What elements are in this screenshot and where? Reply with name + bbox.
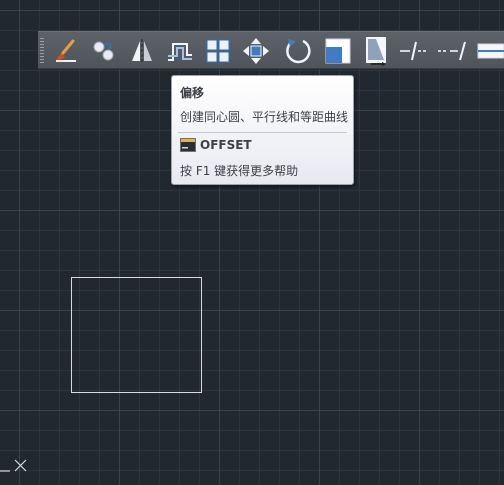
array-button[interactable]: [202, 35, 234, 67]
mirror-icon: [132, 39, 152, 63]
stretch-icon: [366, 37, 386, 66]
modify-toolbar: [38, 31, 504, 69]
tooltip-command-name: OFFSET: [200, 138, 252, 152]
scale-button[interactable]: [322, 35, 354, 67]
move-arrows-icon: [243, 38, 269, 64]
tooltip-title: 偏移: [180, 86, 205, 100]
drawing-canvas[interactable]: [0, 0, 504, 485]
copy-objects-icon: [93, 41, 114, 61]
erase-button[interactable]: [50, 35, 82, 67]
eraser-brush-icon: [56, 39, 76, 62]
break-button[interactable]: [474, 35, 504, 67]
stretch-button[interactable]: [360, 35, 392, 67]
trim-icon: [400, 41, 428, 61]
ucs-icon: [0, 459, 27, 472]
rotate-button[interactable]: [282, 35, 314, 67]
rotate-icon: [286, 39, 311, 64]
extend-icon: [438, 41, 466, 61]
trim-button[interactable]: [398, 35, 430, 67]
copy-button[interactable]: [88, 35, 120, 67]
offset-icon: [168, 43, 192, 61]
break-icon: [477, 43, 504, 59]
toolbar-grip-handle[interactable]: [40, 38, 44, 64]
offset-button[interactable]: [164, 35, 196, 67]
tooltip-help-hint: 按 F1 键获得更多帮助: [180, 164, 299, 178]
tooltip-description: 创建同心圆、平行线和等距曲线: [180, 110, 349, 124]
command-tooltip: 偏移 创建同心圆、平行线和等距曲线 OFFSET 按 F1 键获得更多帮助: [171, 75, 354, 185]
scale-icon: [325, 38, 351, 64]
array-icon: [206, 39, 230, 63]
mirror-button[interactable]: [126, 35, 158, 67]
extend-button[interactable]: [436, 35, 468, 67]
tooltip-divider: [178, 132, 347, 133]
move-button[interactable]: [240, 35, 272, 67]
drawn-rectangle[interactable]: [71, 277, 202, 393]
command-line-icon: [180, 138, 196, 152]
